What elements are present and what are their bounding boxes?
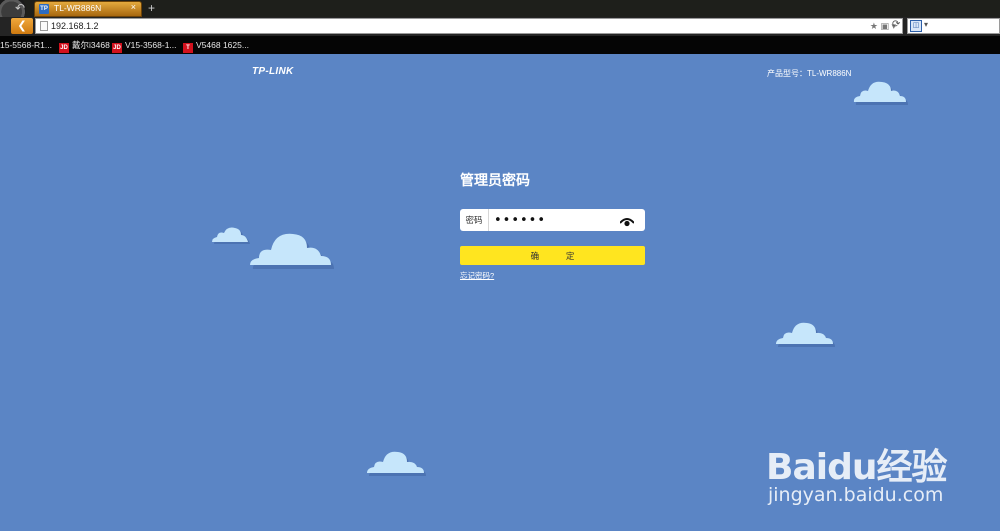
baidu-jingyan-watermark: Baidu经验 jingyan.baidu.com	[766, 428, 976, 518]
password-label: 密码	[460, 209, 489, 231]
browser-tab-bar: ↶ TP TL-WR886N × +	[0, 0, 1000, 28]
search-engine-icon[interactable]: ◫	[910, 20, 922, 32]
product-model: 产品型号：TL-WR886N	[767, 69, 852, 78]
bookmark-label: 15-5568-R1...	[0, 40, 52, 50]
url-field[interactable]: 192.168.1.2 ★ ▣ ▾	[35, 18, 903, 34]
jd-icon: JD	[112, 43, 122, 53]
bookmark-item[interactable]: T V5468 1625...	[183, 39, 249, 53]
cloud-icon	[250, 230, 336, 270]
new-tab-button[interactable]: +	[148, 0, 155, 16]
undo-close-tab-icon[interactable]: ↶	[10, 0, 30, 16]
login-title: 管理员密码	[460, 172, 530, 188]
browser-tab[interactable]: TP TL-WR886N ×	[34, 1, 142, 17]
bookmark-item[interactable]: 15-5568-R1...	[0, 39, 52, 51]
back-button[interactable]: ❮	[11, 18, 33, 34]
search-engine-box[interactable]: ◫ ▾	[907, 18, 1000, 34]
tab-close-icon[interactable]: ×	[131, 2, 136, 12]
bookmark-label: V15-3568-1...	[125, 40, 177, 50]
page-icon	[40, 21, 48, 31]
chevron-down-icon[interactable]: ▾	[924, 20, 928, 29]
bookmark-item[interactable]: JD 戴尔i3468	[59, 39, 110, 53]
show-password-eye-icon[interactable]	[619, 214, 635, 231]
watermark-domain: jingyan.baidu.com	[768, 484, 944, 506]
refresh-icon[interactable]: ⟳	[892, 19, 900, 30]
cloud-icon	[367, 449, 427, 477]
url-text[interactable]: 192.168.1.2	[51, 19, 99, 33]
tp-link-favicon-icon: TP	[39, 4, 49, 14]
bookmark-label: 戴尔i3468	[72, 40, 110, 50]
address-toolbar: ❮ 192.168.1.2 ★ ▣ ▾ ⟳ ◫ ▾	[0, 17, 1000, 36]
tab-title: TL-WR886N	[54, 3, 102, 13]
tp-link-logo: TP-LINK	[252, 66, 294, 77]
cloud-icon	[853, 80, 909, 106]
bookmark-item[interactable]: JD V15-3568-1...	[112, 39, 177, 53]
baidu-logo: Baidu经验	[766, 447, 947, 488]
password-input[interactable]	[490, 209, 614, 231]
confirm-button[interactable]: 确 定	[460, 246, 645, 265]
cloud-icon	[776, 320, 836, 348]
cloud-icon	[212, 225, 252, 245]
jd-icon: JD	[59, 43, 69, 53]
forgot-password-link[interactable]: 忘记密码?	[460, 270, 494, 281]
bookmark-label: V5468 1625...	[196, 40, 249, 50]
password-field-group: 密码	[460, 209, 645, 231]
bookmarks-bar: 15-5568-R1... JD 戴尔i3468 JD V15-3568-1... …	[0, 36, 1000, 54]
tmall-icon: T	[183, 43, 193, 53]
